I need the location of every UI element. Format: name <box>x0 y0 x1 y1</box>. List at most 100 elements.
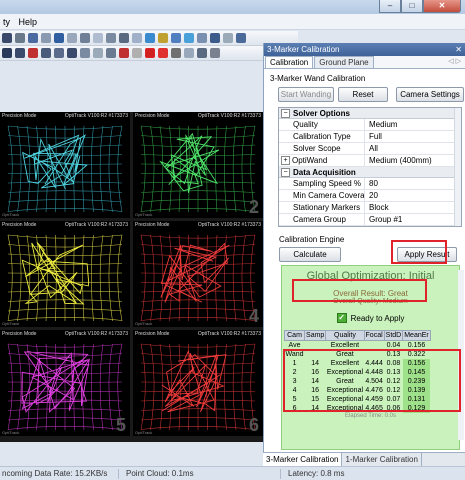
property-name: Calibration Type <box>279 131 365 142</box>
panel-scrollbar[interactable] <box>458 270 464 440</box>
results-column-header[interactable]: Focal <box>363 330 385 341</box>
calibration-grid-line <box>241 234 246 322</box>
status-bar: ncoming Data Rate: 15.2KB/s Point Cloud:… <box>0 466 465 480</box>
panel-title-text: 3-Marker Calibration <box>267 45 340 54</box>
collapse-icon[interactable]: − <box>281 109 290 118</box>
minimize-button[interactable]: – <box>379 0 401 13</box>
toolbar-icon[interactable] <box>197 33 207 43</box>
property-value[interactable]: Block <box>365 202 461 213</box>
toolbar-icon[interactable] <box>184 33 194 43</box>
property-row[interactable]: Solver Scope All <box>279 143 461 155</box>
property-grid-scrollbar[interactable] <box>454 108 461 226</box>
camera-view[interactable]: Precision Mode OptiTrack V100:R2 #173373 6… <box>133 330 263 436</box>
property-row[interactable]: Calibration Type Full <box>279 131 461 143</box>
property-value[interactable]: Medium <box>365 119 461 130</box>
toolbar-icon[interactable] <box>132 33 142 43</box>
property-value[interactable]: Medium (400mm) <box>365 155 461 166</box>
toolbar-icon[interactable] <box>54 48 64 58</box>
toolbar-icon[interactable] <box>145 33 155 43</box>
toolbar-icon[interactable] <box>28 48 38 58</box>
toolbar-icon[interactable] <box>158 33 168 43</box>
property-row[interactable]: + OptiWand Medium (400mm) <box>279 155 461 167</box>
calculate-button[interactable]: Calculate <box>279 247 341 262</box>
toolbar-icon[interactable] <box>223 33 233 43</box>
results-cell: 0.145 <box>402 367 431 377</box>
results-column-header[interactable]: StdD <box>383 330 404 341</box>
camera-view[interactable]: Precision Mode OptiTrack V100:R2 #173373 4… <box>133 221 263 327</box>
toolbar-icon[interactable] <box>67 33 77 43</box>
data-acquisition-category[interactable]: − Data Acquisition <box>279 167 461 178</box>
menu-item-utility[interactable]: ty <box>0 17 13 27</box>
elapsed-time: Elapsed Time: 0.0s <box>344 412 397 419</box>
wand-trace <box>21 350 90 413</box>
toolbar-icon[interactable] <box>119 33 129 43</box>
toolbar-icon[interactable] <box>145 48 155 58</box>
toolbar-icon[interactable] <box>54 33 64 43</box>
toolbar-icon[interactable] <box>2 48 12 58</box>
toolbar-icon[interactable] <box>41 48 51 58</box>
toolbar-icon[interactable] <box>210 48 220 58</box>
property-value[interactable]: Full <box>365 131 461 142</box>
camera-view[interactable]: Precision Mode OptiTrack V100:R2 #173373 2… <box>133 112 263 218</box>
property-row[interactable]: Camera Group Group #1 <box>279 214 461 226</box>
toolbar-icon[interactable] <box>236 33 246 43</box>
toolbar-icon[interactable] <box>80 33 90 43</box>
camera-view[interactable]: Precision Mode OptiTrack V100:R2 #173373 O… <box>0 112 130 218</box>
property-row[interactable]: Stationary Markers Block <box>279 202 461 214</box>
toolbar-icon[interactable] <box>197 48 207 58</box>
results-column-header[interactable]: MeanEr <box>402 330 431 341</box>
property-value[interactable]: 20 <box>365 190 461 201</box>
reset-button[interactable]: Reset <box>338 87 388 102</box>
property-row[interactable]: Sampling Speed % 80 <box>279 178 461 190</box>
toolbar-icon[interactable] <box>171 33 181 43</box>
toolbar-icon[interactable] <box>93 48 103 58</box>
tab-calibration[interactable]: Calibration <box>265 56 314 68</box>
toolbar-icon[interactable] <box>171 48 181 58</box>
camera-view[interactable]: Precision Mode OptiTrack V100:R2 #173373 5… <box>0 330 130 436</box>
maximize-button[interactable]: □ <box>401 0 423 13</box>
close-button[interactable]: ✕ <box>423 0 461 13</box>
toolbar-icon[interactable] <box>80 48 90 58</box>
calibration-grid-line <box>17 234 22 322</box>
toolbar-icon[interactable] <box>106 33 116 43</box>
camera-settings-button[interactable]: Camera Settings <box>396 87 464 102</box>
calibration-grid-line <box>150 125 155 213</box>
toolbar-icon[interactable] <box>2 33 12 43</box>
tab-3-marker-calibration[interactable]: 3-Marker Calibration <box>263 453 343 466</box>
property-value[interactable]: All <box>365 143 461 154</box>
results-column-header[interactable]: Samp <box>304 330 327 341</box>
toolbar-icon[interactable] <box>67 48 77 58</box>
tab-scroll-arrows-icon[interactable]: ◁ ▷ <box>448 56 461 68</box>
tab-ground-plane[interactable]: Ground Plane <box>314 56 374 68</box>
property-row[interactable]: Min Camera Coverage % 20 <box>279 190 461 202</box>
toolbar-icon[interactable] <box>15 33 25 43</box>
menu-item-help[interactable]: Help <box>16 17 41 27</box>
toolbar-icon[interactable] <box>132 48 142 58</box>
start-wanding-button[interactable]: Start Wanding <box>278 87 334 102</box>
toolbar-icon[interactable] <box>28 33 38 43</box>
property-value[interactable]: 80 <box>365 178 461 189</box>
toolbar-icon[interactable] <box>158 48 168 58</box>
camera-view-grid: Precision Mode OptiTrack V100:R2 #173373 O… <box>0 112 263 442</box>
toolbar-icon[interactable] <box>41 33 51 43</box>
toolbar-icon[interactable] <box>210 33 220 43</box>
property-value[interactable]: Group #1 <box>365 214 461 225</box>
panel-close-icon[interactable]: ✕ <box>455 43 462 56</box>
calibration-grid-line <box>26 125 31 213</box>
tab-1-marker-calibration[interactable]: 1-Marker Calibration <box>342 453 422 466</box>
property-row[interactable]: Quality Medium <box>279 119 461 131</box>
toolbar-icon[interactable] <box>93 33 103 43</box>
toolbar-icon[interactable] <box>119 48 129 58</box>
results-cell <box>364 350 384 359</box>
apply-result-button[interactable]: Apply Result <box>397 247 457 262</box>
collapse-icon[interactable]: − <box>281 168 290 177</box>
results-column-header[interactable]: Quality <box>325 330 365 341</box>
solver-options-category[interactable]: − Solver Options <box>279 108 461 119</box>
toolbar-icon[interactable] <box>184 48 194 58</box>
toolbar-icon[interactable] <box>106 48 116 58</box>
toolbar-icon[interactable] <box>15 48 25 58</box>
camera-view[interactable]: Precision Mode OptiTrack V100:R2 #173373 O… <box>0 221 130 327</box>
calibration-grid-line <box>215 234 218 322</box>
results-column-header[interactable]: Cam <box>283 330 306 341</box>
expand-icon[interactable]: + <box>281 156 290 165</box>
